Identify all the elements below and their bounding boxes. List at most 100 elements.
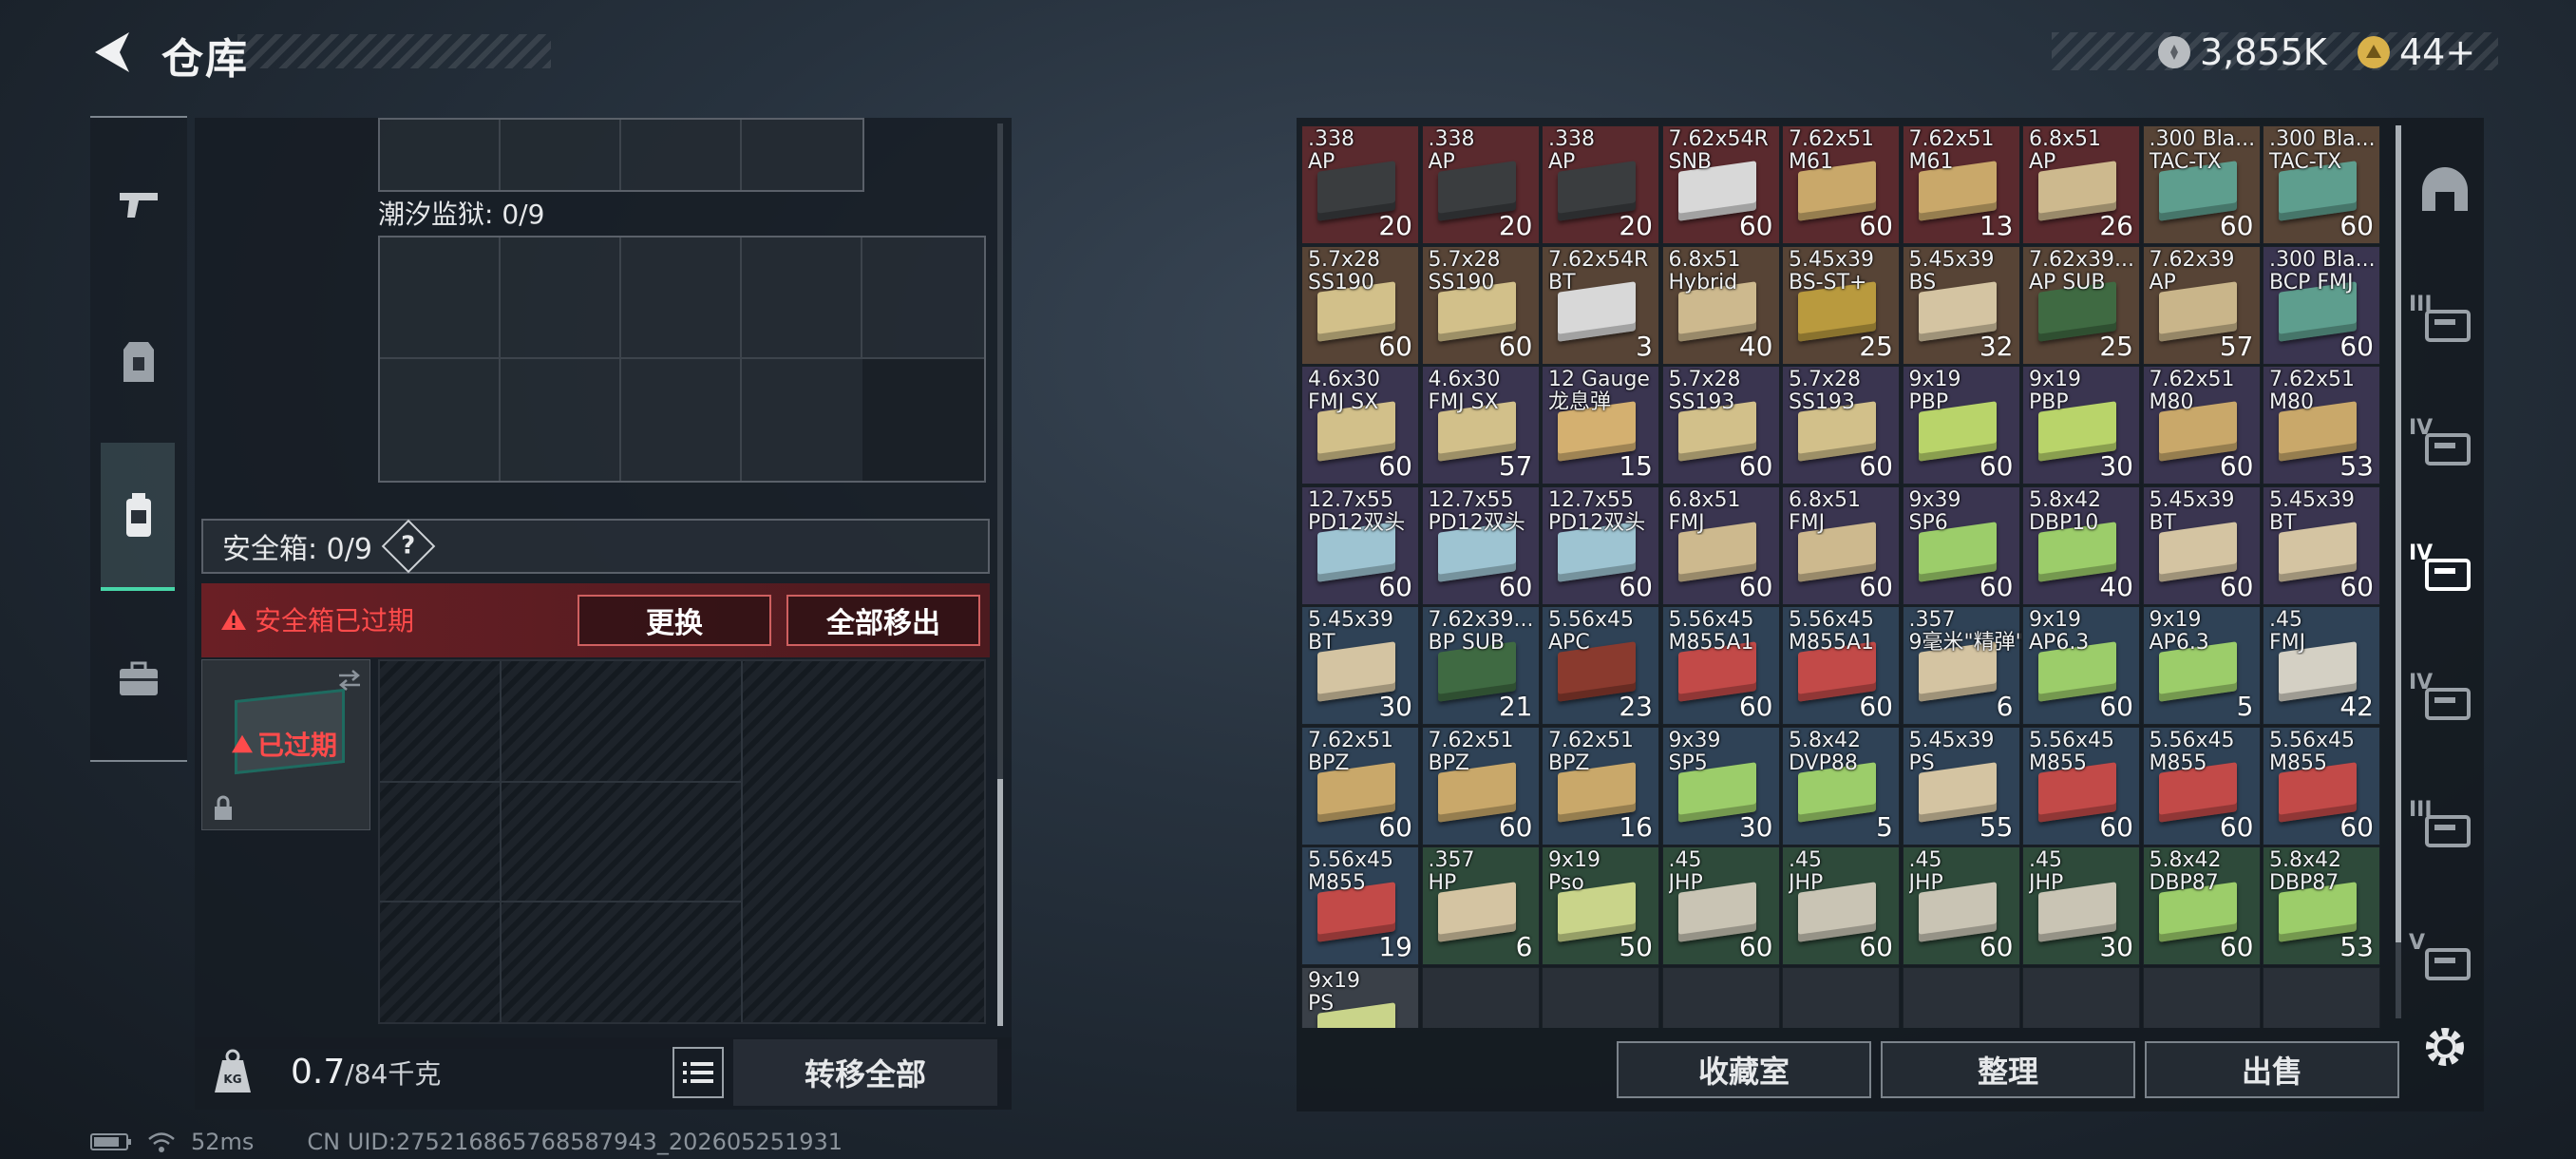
ammo-item[interactable]: 7.62x51 BPZ 60 <box>1421 726 1540 846</box>
safebox-case-slot[interactable]: 已过期 <box>201 659 370 830</box>
ammo-item[interactable]: 7.62x51 M61 13 <box>1902 125 2020 244</box>
replace-button[interactable]: 更换 <box>578 595 771 646</box>
safebox-grid[interactable] <box>378 659 986 1024</box>
empty-slot[interactable] <box>1661 966 1780 1028</box>
collection-room-button[interactable]: 收藏室 <box>1617 1041 1871 1098</box>
ammo-item[interactable]: 6.8x51 FMJ 60 <box>1782 485 1900 605</box>
ammo-item[interactable]: 9x39 SP5 30 <box>1661 726 1780 846</box>
ammo-item[interactable]: 5.8x42 DVP88 5 <box>1782 726 1900 846</box>
ammo-item[interactable]: .45 JHP 60 <box>1661 846 1780 965</box>
ammo-item[interactable]: .338 AP 20 <box>1421 125 1540 244</box>
ammo-item[interactable]: 7.62x54R BT 3 <box>1542 245 1659 365</box>
ammo-item[interactable]: 5.45x39 BS 32 <box>1902 245 2020 365</box>
ammo-item[interactable]: 6.8x51 Hybrid 40 <box>1661 245 1780 365</box>
filter-helmet[interactable] <box>2407 152 2483 228</box>
ammo-item[interactable]: 5.56x45 M855 19 <box>1301 846 1419 965</box>
backpack-tab[interactable] <box>90 464 187 568</box>
list-view-button[interactable] <box>672 1047 724 1098</box>
ammo-item[interactable]: 5.56x45 M855 60 <box>2263 726 2380 846</box>
filter-armor-3[interactable]: III <box>2407 283 2483 359</box>
ammo-item[interactable]: 5.56x45 M855A1 60 <box>1782 606 1900 725</box>
ammo-item[interactable]: 5.8x42 DBP87 60 <box>2142 846 2261 965</box>
ammo-item[interactable]: 7.62x39... BP SUB 21 <box>1421 606 1540 725</box>
move-all-out-button[interactable]: 全部移出 <box>786 595 980 646</box>
ammo-item[interactable]: 5.7x28 SS193 60 <box>1782 366 1900 484</box>
ammo-item[interactable]: 12.7x55 PD12双头 60 <box>1542 485 1659 605</box>
ammo-item[interactable]: 9x19 PBP 30 <box>2022 366 2140 484</box>
case-tab[interactable] <box>90 627 187 732</box>
filter-container-4b[interactable]: IV <box>2407 661 2483 737</box>
ammo-item[interactable]: 7.62x51 M80 53 <box>2263 366 2380 484</box>
ammo-item[interactable]: 6.8x51 AP 26 <box>2022 125 2140 244</box>
ammo-item[interactable]: 5.45x39 BT 60 <box>2263 485 2380 605</box>
ammo-item[interactable]: .300 Bla... BCP FMJ 60 <box>2263 245 2380 365</box>
empty-slot[interactable] <box>1542 966 1659 1028</box>
ammo-item[interactable]: .45 JHP 30 <box>2022 846 2140 965</box>
prison-grid[interactable] <box>378 236 986 483</box>
armor-tab[interactable] <box>90 310 187 414</box>
empty-slot[interactable] <box>1782 966 1900 1028</box>
ammo-item[interactable]: 5.56x45 M855 60 <box>2022 726 2140 846</box>
ammo-item[interactable]: 5.56x45 APC 23 <box>1542 606 1659 725</box>
ammo-item[interactable]: .338 AP 20 <box>1542 125 1659 244</box>
filter-container-3[interactable]: III <box>2407 788 2483 864</box>
ammo-item[interactable]: 5.45x39 BT 60 <box>2142 485 2261 605</box>
ammo-item[interactable]: 5.7x28 SS190 60 <box>1301 245 1419 365</box>
ammo-item[interactable]: 9x19 PBP 60 <box>1902 366 2020 484</box>
ammo-item[interactable]: 9x19 AP6.3 5 <box>2142 606 2261 725</box>
empty-slot[interactable] <box>2142 966 2261 1028</box>
ammo-item[interactable]: .45 JHP 60 <box>1902 846 2020 965</box>
filter-medkit-4[interactable]: IV <box>2407 407 2483 483</box>
ammo-item[interactable]: 7.62x51 BPZ 60 <box>1301 726 1419 846</box>
settings-gear-icon[interactable] <box>2420 1022 2470 1072</box>
ammo-item[interactable]: 5.8x42 DBP87 53 <box>2263 846 2380 965</box>
empty-slot[interactable] <box>1421 966 1540 1028</box>
empty-slot[interactable] <box>1902 966 2020 1028</box>
ammo-item[interactable]: .357 HP 6 <box>1421 846 1540 965</box>
silver-currency[interactable]: 3,855K <box>2158 28 2327 76</box>
ammo-item[interactable]: 5.45x39 BS-ST+ 25 <box>1782 245 1900 365</box>
help-button[interactable]: ? <box>381 519 436 574</box>
ammo-item[interactable]: 12.7x55 PD12双头 60 <box>1301 485 1419 605</box>
filter-container-4[interactable]: IV <box>2407 532 2483 608</box>
ammo-item[interactable]: .45 FMJ 42 <box>2263 606 2380 725</box>
weapon-tab[interactable] <box>90 152 187 256</box>
ammo-item[interactable]: 7.62x54R SNB 60 <box>1661 125 1780 244</box>
ammo-item[interactable]: 6.8x51 FMJ 60 <box>1661 485 1780 605</box>
swap-icon[interactable] <box>335 668 364 693</box>
ammo-item[interactable]: .300 Bla... TAC-TX 60 <box>2263 125 2380 244</box>
ammo-item[interactable]: .338 AP 20 <box>1301 125 1419 244</box>
ammo-item[interactable]: 12 Gauge 龙息弹 15 <box>1542 366 1659 484</box>
left-scrollbar-thumb[interactable] <box>997 779 1003 1026</box>
empty-slot[interactable] <box>2263 966 2380 1028</box>
ammo-item[interactable]: .45 JHP 60 <box>1782 846 1900 965</box>
ammo-item[interactable]: 9x19 AP6.3 60 <box>2022 606 2140 725</box>
ammo-item[interactable]: 5.7x28 SS193 60 <box>1661 366 1780 484</box>
ammo-item[interactable]: 5.56x45 M855 60 <box>2142 726 2261 846</box>
gold-currency[interactable]: 44+ <box>2358 28 2475 76</box>
ammo-item[interactable]: 7.62x39... AP SUB 25 <box>2022 245 2140 365</box>
ammo-item[interactable]: .300 Bla... TAC-TX 60 <box>2142 125 2261 244</box>
filter-container-5[interactable]: V <box>2407 922 2483 998</box>
sort-button[interactable]: 整理 <box>1881 1041 2135 1098</box>
ammo-item[interactable]: 4.6x30 FMJ SX 57 <box>1421 366 1540 484</box>
ammo-item[interactable]: 7.62x51 M80 60 <box>2142 366 2261 484</box>
ammo-item[interactable]: 12.7x55 PD12双头 60 <box>1421 485 1540 605</box>
ammo-item[interactable]: .357 9毫米"精弹" 6 <box>1902 606 2021 725</box>
ammo-item[interactable]: 7.62x51 BPZ 16 <box>1542 726 1659 846</box>
ammo-item[interactable]: 9x39 SP6 60 <box>1902 485 2020 605</box>
ammo-item[interactable]: 7.62x39 AP 57 <box>2142 245 2261 365</box>
ammo-item[interactable]: 9x19 Pso 50 <box>1542 846 1659 965</box>
warehouse-scrollbar-thumb[interactable] <box>2396 125 2401 942</box>
top-grid[interactable] <box>378 118 864 192</box>
ammo-item[interactable]: 9x19 PS <box>1301 966 1419 1028</box>
ammo-item[interactable]: 5.7x28 SS190 60 <box>1421 245 1540 365</box>
ammo-item[interactable]: 5.8x42 DBP10 40 <box>2022 485 2140 605</box>
empty-slot[interactable] <box>2022 966 2140 1028</box>
ammo-item[interactable]: 7.62x51 M61 60 <box>1782 125 1900 244</box>
back-arrow-icon[interactable] <box>87 27 135 78</box>
sell-button[interactable]: 出售 <box>2145 1041 2399 1098</box>
ammo-item[interactable]: 5.56x45 M855A1 60 <box>1661 606 1780 725</box>
ammo-item[interactable]: 4.6x30 FMJ SX 60 <box>1301 366 1419 484</box>
transfer-all-button[interactable]: 转移全部 <box>733 1039 997 1106</box>
